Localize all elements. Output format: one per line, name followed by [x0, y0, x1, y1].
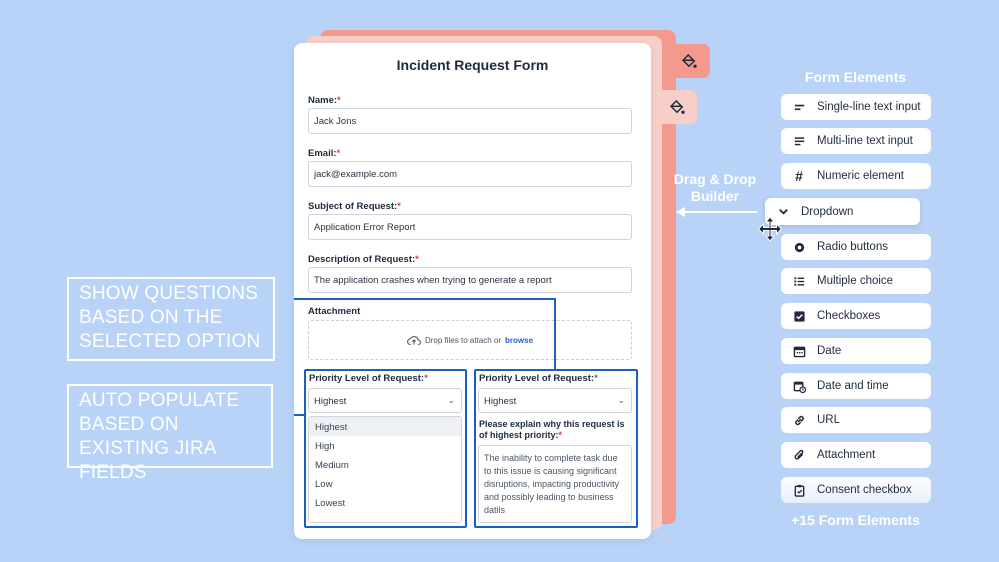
subject-label: Subject of Request:*: [308, 201, 401, 212]
form-elements-title: Form Elements: [804, 69, 907, 85]
element-dropdown[interactable]: Dropdown: [765, 198, 920, 225]
explain-label: Please explain why this request is of hi…: [479, 419, 625, 440]
paperclip-icon: [781, 449, 817, 462]
calendar-icon: [781, 345, 817, 358]
calendar-clock-icon: [781, 380, 817, 393]
connector-line: [294, 298, 556, 300]
priority-select[interactable]: Highest ⌄: [308, 388, 462, 413]
chevron-down-icon: ⌄: [447, 395, 455, 405]
element-multiple-choice[interactable]: Multiple choice: [781, 268, 931, 294]
explain-textarea[interactable]: The inability to complete task due to th…: [478, 445, 632, 523]
priority-option-medium[interactable]: Medium: [309, 455, 461, 474]
paint-bucket-icon: [681, 53, 697, 68]
hash-icon: #: [795, 168, 803, 184]
browse-link[interactable]: browse: [505, 336, 533, 345]
arrow-line: [683, 211, 757, 213]
move-cursor-icon: [757, 216, 783, 242]
subject-input[interactable]: Application Error Report: [308, 214, 632, 240]
link-icon: [781, 414, 817, 427]
drop-text: Drop files to attach or: [424, 335, 502, 345]
element-url[interactable]: URL: [781, 407, 931, 433]
priority-select-right[interactable]: Highest ⌄: [478, 388, 632, 413]
paint-bucket-icon: [669, 99, 685, 114]
callout-show-questions: SHOW QUESTIONS BASED ON THE SELECTED OPT…: [67, 277, 275, 361]
priority-label: Priority Level of Request:*: [309, 373, 428, 384]
element-multi-line[interactable]: Multi-line text input: [781, 128, 931, 154]
priority-option-lowest[interactable]: Lowest: [309, 493, 461, 512]
description-label: Description of Request:*: [308, 254, 419, 265]
email-label: Email:*: [308, 148, 341, 159]
form-title: Incident Request Form: [396, 57, 549, 73]
element-date[interactable]: Date: [781, 338, 931, 364]
arrow-left-icon: [676, 207, 685, 217]
file-drop-zone[interactable]: Drop files to attach or browse: [308, 320, 632, 360]
checkbox-icon: [781, 310, 817, 323]
element-attachment[interactable]: Attachment: [781, 442, 931, 468]
theme-tab-primary[interactable]: [668, 44, 710, 78]
element-consent[interactable]: Consent checkbox: [781, 477, 931, 503]
list-icon: [781, 275, 817, 288]
more-elements-label: +15 Form Elements: [791, 512, 920, 528]
priority-label-right: Priority Level of Request:*: [479, 373, 598, 384]
email-input[interactable]: jack@example.com: [308, 161, 632, 187]
radio-icon: [781, 241, 817, 254]
theme-tab-secondary[interactable]: [657, 90, 697, 124]
chevron-down-icon: ⌄: [617, 395, 625, 405]
name-input[interactable]: Jack Jons: [308, 108, 632, 134]
priority-option-high[interactable]: High: [309, 436, 461, 455]
clipboard-check-icon: [781, 484, 817, 497]
description-input[interactable]: The application crashes when trying to g…: [308, 267, 632, 293]
element-date-time[interactable]: Date and time: [781, 373, 931, 399]
priority-option-highest[interactable]: Highest: [309, 417, 461, 436]
callout-auto-populate: AUTO POPULATE BASED ON EXISTING JIRA FIE…: [67, 384, 273, 483]
attachment-label: Attachment: [308, 306, 361, 317]
drag-drop-builder-label: Drag & Drop Builder: [673, 171, 757, 204]
long-text-icon: [781, 135, 817, 148]
element-numeric[interactable]: # Numeric element: [781, 163, 931, 189]
element-single-line[interactable]: Single-line text input: [781, 94, 931, 120]
connector-line: [554, 298, 556, 370]
short-text-icon: [781, 101, 817, 114]
element-radio[interactable]: Radio buttons: [781, 234, 931, 260]
name-label: Name:*: [308, 95, 341, 106]
priority-options-list: Highest High Medium Low Lowest: [308, 416, 462, 523]
element-checkboxes[interactable]: Checkboxes: [781, 303, 931, 329]
connector-line: [294, 414, 304, 416]
priority-option-low[interactable]: Low: [309, 474, 461, 493]
cloud-upload-icon: [407, 335, 421, 345]
